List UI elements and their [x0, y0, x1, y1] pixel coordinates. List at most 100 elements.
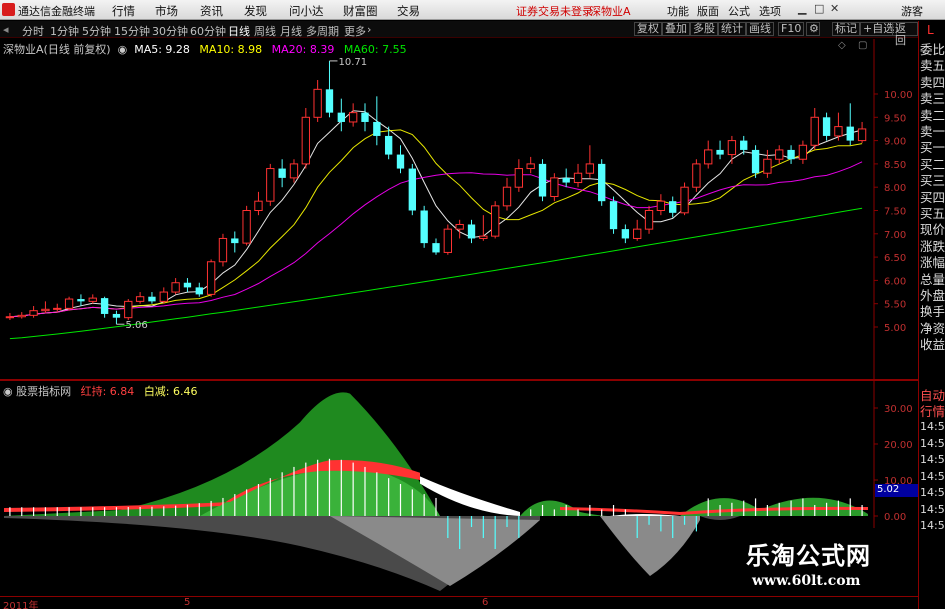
candle[interactable]	[609, 196, 618, 234]
candle[interactable]	[29, 306, 38, 318]
candle[interactable]	[810, 107, 819, 150]
candlestick-chart[interactable]: 10.00 9.50 9.00 8.50 8.00 7.50 7.00 6.50 6.00 5.5…	[0, 39, 918, 379]
candle[interactable]	[692, 159, 701, 192]
candle[interactable]	[763, 149, 772, 178]
candle[interactable]	[159, 287, 168, 304]
candle[interactable]	[455, 219, 464, 239]
btn-multi-stock[interactable]: 多股	[690, 22, 718, 36]
menu-item-markets[interactable]: 市场	[155, 3, 178, 19]
candle[interactable]	[526, 156, 535, 174]
guest-label[interactable]: 游客	[901, 3, 923, 19]
candle[interactable]	[337, 98, 345, 132]
candle[interactable]	[278, 159, 286, 188]
toolbar-layout[interactable]: 版面	[697, 3, 719, 19]
candle[interactable]	[77, 294, 85, 307]
restore-icon[interactable]: □	[814, 2, 824, 15]
candle[interactable]	[432, 238, 440, 255]
period-multi[interactable]: 多周期	[306, 23, 339, 39]
candle[interactable]	[514, 159, 524, 192]
chart-window-icon[interactable]: ▢	[858, 40, 867, 51]
candle[interactable]	[538, 159, 547, 202]
candle[interactable]	[301, 107, 310, 169]
candle[interactable]	[644, 205, 654, 234]
candle[interactable]	[491, 201, 500, 239]
panel-header[interactable]: L	[927, 23, 934, 37]
period-15min[interactable]: 15分钟	[114, 23, 150, 39]
btn-draw[interactable]: 画线	[746, 22, 774, 36]
candle[interactable]	[148, 292, 156, 304]
candle[interactable]	[573, 163, 583, 188]
candle[interactable]	[680, 182, 689, 216]
btn-adjust[interactable]: 复权	[634, 22, 662, 36]
candle[interactable]	[669, 196, 677, 218]
menu-item-ask[interactable]: 问小达	[289, 3, 324, 19]
btn-back[interactable]: 返回	[892, 22, 918, 47]
btn-stats[interactable]: 统计	[718, 22, 746, 36]
candle[interactable]	[408, 163, 416, 216]
btn-f10[interactable]: F10	[778, 22, 805, 36]
candle[interactable]	[112, 310, 121, 325]
candle[interactable]	[206, 259, 216, 297]
candle[interactable]	[289, 159, 299, 183]
candle[interactable]	[467, 219, 476, 244]
side-item-18[interactable]: 收益	[920, 334, 945, 353]
candle[interactable]	[231, 231, 239, 253]
menu-item-market[interactable]: 行情	[112, 3, 135, 19]
candle[interactable]	[443, 224, 453, 255]
candle[interactable]	[704, 140, 713, 169]
candle[interactable]	[585, 145, 595, 178]
candle[interactable]	[100, 296, 109, 318]
candle[interactable]	[716, 140, 724, 160]
candle[interactable]	[183, 278, 192, 293]
candle[interactable]	[17, 312, 26, 319]
candle[interactable]	[254, 191, 263, 216]
candle[interactable]	[598, 159, 606, 206]
period-weekly[interactable]: 周线	[254, 23, 276, 39]
menu-item-discover[interactable]: 发现	[244, 3, 267, 19]
period-30min[interactable]: 30分钟	[152, 23, 188, 39]
close-icon[interactable]: ✕	[830, 2, 839, 15]
side-lower-item-1[interactable]: 行情	[920, 401, 945, 420]
candle[interactable]	[218, 233, 228, 267]
indicator-settings-icon[interactable]: ◉	[3, 385, 16, 398]
candle[interactable]	[41, 301, 50, 314]
candle[interactable]	[361, 103, 369, 132]
candle[interactable]	[798, 140, 808, 164]
candle[interactable]	[348, 103, 358, 127]
candle[interactable]	[751, 145, 760, 178]
period-scroll-icon[interactable]: ◂	[3, 23, 9, 36]
candle[interactable]	[88, 294, 97, 304]
btn-overlay[interactable]: 叠加	[662, 22, 690, 36]
period-60min[interactable]: 60分钟	[190, 23, 226, 39]
candle[interactable]	[373, 96, 381, 146]
toolbar-formula[interactable]: 公式	[728, 3, 750, 19]
candle[interactable]	[822, 112, 831, 141]
candle[interactable]	[656, 194, 666, 216]
candle[interactable]	[857, 121, 867, 143]
toolbar-options[interactable]: 选项	[759, 3, 781, 19]
candle[interactable]	[396, 145, 405, 174]
menu-item-wealth[interactable]: 财富圈	[343, 3, 378, 19]
candle[interactable]	[124, 299, 133, 321]
period-monthly[interactable]: 月线	[280, 23, 302, 39]
period-intraday[interactable]: 分时	[22, 23, 44, 39]
candle[interactable]	[420, 205, 428, 248]
period-1min[interactable]: 1分钟	[50, 23, 79, 39]
candle[interactable]	[562, 168, 570, 188]
candle[interactable]	[266, 163, 275, 206]
chart-expand-icon[interactable]: ◇	[838, 40, 846, 51]
period-more[interactable]: 更多	[344, 23, 366, 39]
candle[interactable]	[242, 205, 251, 246]
candle[interactable]	[787, 145, 795, 164]
candle[interactable]	[195, 282, 203, 297]
period-more-arrow-icon[interactable]: ›	[367, 23, 371, 36]
candle[interactable]	[135, 292, 145, 304]
legend-settings-icon[interactable]: ◉	[114, 43, 131, 56]
period-5min[interactable]: 5分钟	[82, 23, 111, 39]
quote-side-panel[interactable]: L 委比 卖五 卖四 卖三 卖二 卖一 买一 买二 买三 买四 买五 现价 涨跌 涨幅 总量 外盘 换手 净资 收益…	[918, 21, 945, 609]
candle[interactable]	[479, 215, 488, 241]
candle[interactable]	[775, 145, 784, 164]
toolbar-function[interactable]: 功能	[667, 3, 689, 19]
btn-settings-icon[interactable]: ⚙	[806, 22, 820, 36]
candle[interactable]	[846, 103, 854, 146]
